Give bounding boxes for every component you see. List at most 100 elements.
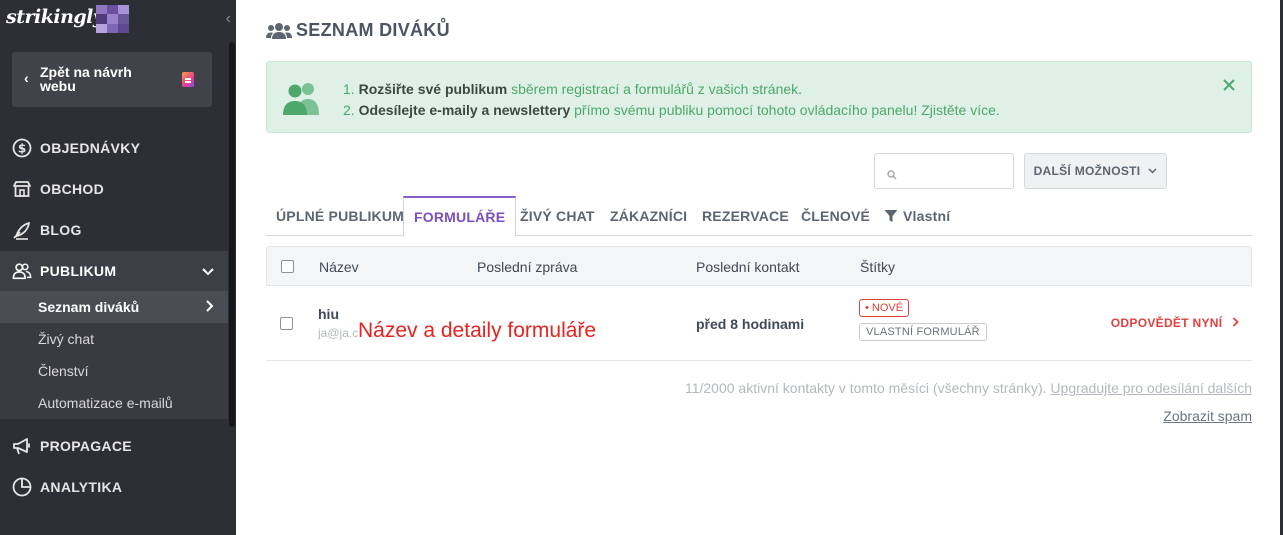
filter-icon: [884, 209, 898, 223]
search-input[interactable]: [901, 160, 1011, 182]
search-icon: [887, 167, 897, 180]
svg-text:$: $: [18, 142, 26, 156]
column-header-last-contact[interactable]: Poslední kontakt: [696, 259, 800, 275]
mosaic-cell: [96, 23, 107, 33]
column-header-tags[interactable]: Štítky: [860, 259, 895, 275]
select-all-checkbox[interactable]: [281, 260, 294, 273]
chevron-right-icon: [206, 299, 214, 315]
more-options-label: DALŠÍ MOŽNOSTI: [1033, 164, 1141, 178]
banner-line-2: 2. Odesílejte e-maily a newslettery přím…: [343, 100, 1000, 121]
chevron-left-icon: ‹: [24, 70, 29, 86]
tab-label: Vlastní: [903, 208, 951, 224]
mosaic-cell: [118, 14, 129, 24]
banner-line-1: 1. Rozšiřte své publikum sběrem registra…: [343, 79, 1000, 100]
subnav-label: Členství: [38, 363, 89, 379]
megaphone-icon: [12, 436, 32, 456]
mosaic-cell: [118, 5, 129, 15]
chevron-right-icon: [1232, 317, 1239, 327]
more-options-button[interactable]: DALŠÍ MOŽNOSTI: [1024, 153, 1167, 189]
tab-reservations[interactable]: REZERVACE: [702, 196, 789, 236]
banner-line-number: 2.: [343, 102, 355, 118]
banner-line-rest[interactable]: přímo svému publiku pomocí tohoto ovláda…: [574, 102, 1000, 118]
tab-label: ŽIVÝ CHAT: [520, 208, 595, 224]
tag-new-badge: • NOVÉ: [859, 299, 910, 317]
document-icon: [182, 72, 194, 87]
subnav-item-membership[interactable]: Členství: [0, 355, 228, 387]
audience-illustration-icon: [281, 80, 325, 116]
nav-label: PUBLIKUM: [40, 263, 117, 279]
page-title-text: SEZNAM DIVÁKŮ: [296, 20, 450, 40]
tab-customers[interactable]: ZÁKAZNÍCI: [610, 196, 687, 236]
tag-custom-form-badge: VLASTNÍ FORMULÁŘ: [859, 323, 987, 341]
chevron-down-icon: [1148, 166, 1157, 177]
last-contact-value: před 8 hodinami: [696, 316, 805, 332]
mosaic-cell: [118, 23, 129, 33]
contact-name: hiu: [318, 306, 339, 322]
users-icon: [12, 261, 32, 281]
nav-item-store[interactable]: OBCHOD: [0, 169, 228, 209]
tab-label: ZÁKAZNÍCI: [610, 208, 688, 224]
banner-line-rest: sběrem registrací a formulářů z vašich s…: [511, 81, 803, 97]
contact-email: ja@ja.c: [318, 326, 359, 340]
subnav-label: Živý chat: [38, 331, 95, 347]
nav-item-blog[interactable]: BLOG: [0, 210, 228, 250]
row-checkbox[interactable]: [280, 317, 293, 330]
logo-row: strikingly ‹: [6, 4, 231, 34]
tab-label: ČLENOVÉ: [801, 208, 871, 224]
tab-custom[interactable]: Vlastní: [884, 196, 950, 236]
column-header-name[interactable]: Název: [319, 259, 359, 275]
column-header-last-message[interactable]: Poslední zpráva: [477, 259, 577, 275]
audience-subnav: Seznam diváků Živý chat Členství Automat…: [0, 291, 228, 419]
mosaic-cell: [107, 23, 118, 33]
table-row[interactable]: hiu ja@ja.c Název a detaily formuláře př…: [266, 286, 1252, 361]
subnav-item-email-automation[interactable]: Automatizace e-mailů: [0, 387, 228, 419]
chevron-down-icon: [202, 263, 214, 279]
back-to-editor-label: Zpět na návrh webu: [40, 64, 132, 94]
mosaic-cell: [107, 5, 118, 15]
close-icon[interactable]: [1223, 75, 1235, 96]
nav-item-audience[interactable]: PUBLIKUM: [0, 251, 228, 291]
table-header: Název Poslední zpráva Poslední kontakt Š…: [266, 246, 1252, 286]
form-details-annotation: Název a detaily formuláře: [358, 319, 597, 342]
nav-label: BLOG: [40, 222, 82, 238]
audience-tabs: ÚPLNÉ PUBLIKUM FORMULÁŘE ŽIVÝ CHAT ZÁKAZ…: [266, 196, 1252, 237]
info-banner: 1. Rozšiřte své publikum sběrem registra…: [266, 61, 1252, 133]
tab-label: FORMULÁŘE: [414, 209, 506, 225]
mosaic-cell: [107, 14, 118, 24]
nav-label: ANALYTIKA: [40, 479, 123, 495]
search-box[interactable]: [874, 153, 1014, 189]
tab-live-chat[interactable]: ŽIVÝ CHAT: [520, 196, 595, 236]
sidebar-scrollbar[interactable]: [229, 42, 235, 427]
subnav-label: Automatizace e-mailů: [38, 395, 173, 411]
banner-line-bold: Rozšiřte své publikum: [358, 81, 508, 97]
nav-item-analytics[interactable]: ANALYTIKA: [0, 467, 228, 507]
back-to-editor-button[interactable]: ‹ Zpět na návrh webu: [12, 52, 212, 107]
upgrade-link[interactable]: Upgradujte pro odesílání dalších: [1050, 380, 1252, 396]
collapse-sidebar-icon[interactable]: ‹: [226, 10, 231, 28]
tab-full-audience[interactable]: ÚPLNÉ PUBLIKUM: [276, 196, 404, 236]
subnav-label: Seznam diváků: [38, 299, 140, 315]
reply-now-label: ODPOVĚDĚT NYNÍ: [1110, 316, 1223, 330]
subnav-item-live-chat[interactable]: Živý chat: [0, 323, 228, 355]
show-spam-link[interactable]: Zobrazit spam: [1163, 408, 1252, 424]
subnav-item-audience-list[interactable]: Seznam diváků: [0, 291, 228, 323]
reply-now-link[interactable]: ODPOVĚDĚT NYNÍ: [1111, 316, 1240, 330]
active-contacts-note: 11/2000 aktivní kontakty v tomto měsíci …: [685, 380, 1252, 396]
active-contacts-text: 11/2000 aktivní kontakty v tomto měsíci …: [684, 380, 1047, 396]
tab-label: ÚPLNÉ PUBLIKUM: [276, 208, 405, 224]
pie-chart-icon: [12, 477, 32, 497]
nav-label: OBCHOD: [40, 181, 105, 197]
nav-item-orders[interactable]: $ OBJEDNÁVKY: [0, 128, 228, 168]
nav-label: OBJEDNÁVKY: [40, 140, 141, 156]
mosaic-cell: [96, 14, 107, 24]
tab-label: REZERVACE: [702, 208, 789, 224]
feather-icon: [12, 220, 32, 240]
mosaic-cell: [96, 5, 107, 15]
page-title: SEZNAM DIVÁKŮ: [266, 20, 450, 41]
logo-text[interactable]: strikingly: [6, 6, 104, 28]
nav-item-promotion[interactable]: PROPAGACE: [0, 426, 228, 466]
dollar-circle-icon: $: [12, 138, 32, 158]
tab-members[interactable]: ČLENOVÉ: [801, 196, 870, 236]
users-group-icon: [266, 22, 292, 40]
tab-forms[interactable]: FORMULÁŘE: [403, 196, 517, 237]
